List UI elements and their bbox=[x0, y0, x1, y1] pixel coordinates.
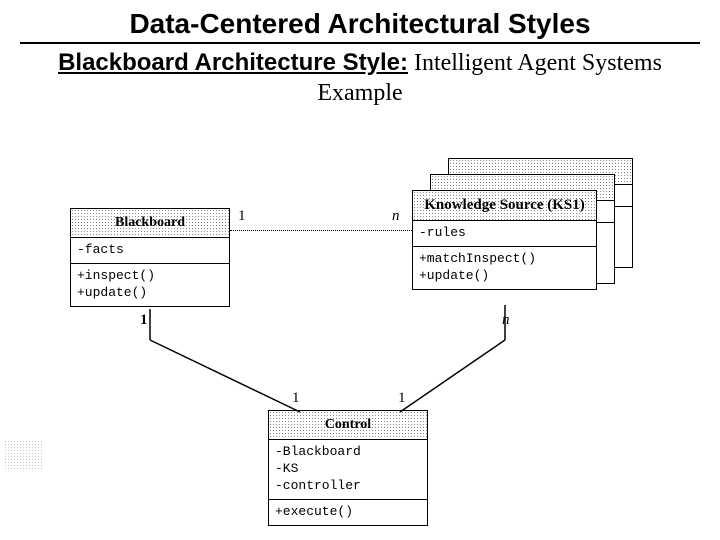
class-ks-attrs: -rules bbox=[413, 220, 596, 246]
class-control-ops: +execute() bbox=[269, 499, 427, 525]
mult-bb-ks-left: 1 bbox=[238, 208, 246, 225]
slide-subtitle: Blackboard Architecture Style: Intellige… bbox=[0, 44, 720, 118]
mult-ctrl-left: 1 bbox=[292, 390, 300, 407]
mult-bb-ks-right: n bbox=[392, 208, 400, 225]
mult-ctrl-right: 1 bbox=[398, 390, 406, 407]
class-blackboard: Blackboard -facts +inspect() +update() bbox=[70, 208, 230, 307]
class-blackboard-ops: +inspect() +update() bbox=[71, 263, 229, 306]
class-blackboard-name: Blackboard bbox=[71, 209, 229, 237]
artifact-noise bbox=[4, 440, 44, 470]
class-control-name: Control bbox=[269, 411, 427, 439]
class-knowledge-source: Knowledge Source (KS1) -rules +matchInsp… bbox=[412, 190, 597, 290]
assoc-blackboard-ks bbox=[230, 230, 412, 231]
class-blackboard-attrs: -facts bbox=[71, 237, 229, 263]
class-ks-ops: +matchInspect() +update() bbox=[413, 246, 596, 289]
uml-diagram: Blackboard -facts +inspect() +update() K… bbox=[0, 140, 720, 540]
class-ks-name: Knowledge Source (KS1) bbox=[413, 191, 596, 220]
class-control: Control -Blackboard -KS -controller +exe… bbox=[268, 410, 428, 526]
mult-bb-ctrl-top: 1 bbox=[140, 312, 148, 329]
class-control-attrs: -Blackboard -KS -controller bbox=[269, 439, 427, 499]
slide-title: Data-Centered Architectural Styles bbox=[20, 0, 700, 44]
mult-ks-ctrl-top: n bbox=[502, 312, 510, 329]
subtitle-lead: Blackboard Architecture Style: bbox=[58, 49, 408, 76]
